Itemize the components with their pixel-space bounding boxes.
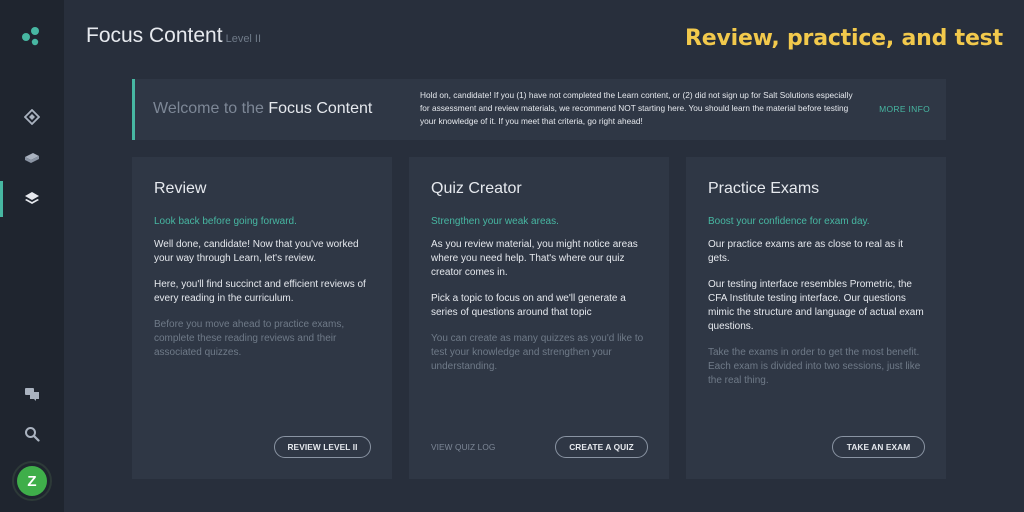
create-quiz-button[interactable]: CREATE A QUIZ	[555, 436, 648, 458]
chat-icon	[25, 388, 39, 401]
sidebar: Z	[0, 0, 64, 512]
card-tagline: Boost your confidence for exam day.	[708, 216, 870, 227]
practice-exams-card: Practice Exams Boost your confidence for…	[686, 157, 946, 479]
avatar[interactable]: Z	[17, 466, 47, 496]
quiz-creator-card: Quiz Creator Strengthen your weak areas.…	[409, 157, 669, 479]
take-exam-button[interactable]: TAKE AN EXAM	[832, 436, 925, 458]
card-note: Before you move ahead to practice exams,…	[154, 319, 345, 358]
learn-icon	[24, 109, 40, 125]
more-info-link[interactable]: MORE INFO	[879, 104, 930, 114]
card-paragraph: As you review material, you might notice…	[431, 239, 638, 278]
card-paragraph: Our practice exams are as close to real …	[708, 239, 904, 264]
search-icon	[25, 427, 40, 442]
page-title-text: Focus Content	[86, 24, 223, 47]
sidebar-item-learn[interactable]	[0, 99, 64, 135]
page-title: Focus Content Level II	[86, 24, 261, 48]
sidebar-item-book[interactable]	[0, 140, 64, 176]
view-quiz-log-link[interactable]: VIEW QUIZ LOG	[431, 442, 495, 452]
card-title: Review	[154, 180, 207, 197]
page-subtitle: Level II	[225, 33, 262, 45]
card-note: Take the exams in order to get the most …	[708, 347, 921, 386]
card-paragraph: Here, you'll find succinct and efficient…	[154, 279, 366, 304]
sidebar-item-search[interactable]	[0, 416, 64, 452]
review-card: Review Look back before going forward. W…	[132, 157, 392, 479]
card-title: Practice Exams	[708, 180, 820, 197]
card-tagline: Strengthen your weak areas.	[431, 216, 559, 227]
card-title: Quiz Creator	[431, 180, 522, 197]
sidebar-item-focus[interactable]	[0, 181, 64, 217]
banner-title-strong: Focus Content	[268, 100, 373, 117]
card-paragraph: Pick a topic to focus on and we'll gener…	[431, 293, 626, 318]
book-icon	[25, 153, 39, 163]
card-paragraph: Well done, candidate! Now that you've wo…	[154, 239, 359, 264]
avatar-ring[interactable]: Z	[12, 461, 52, 501]
banner-title: Welcome to the Focus Content	[153, 100, 372, 118]
promo-heading: Review, practice, and test	[685, 26, 1003, 51]
banner-title-prefix: Welcome to the	[153, 100, 269, 117]
card-tagline: Look back before going forward.	[154, 216, 297, 227]
card-note: You can create as many quizzes as you'd …	[431, 333, 644, 372]
banner-text: Hold on, candidate! If you (1) have not …	[420, 90, 853, 126]
review-level-button[interactable]: REVIEW LEVEL II	[274, 436, 371, 458]
sidebar-item-chat[interactable]	[0, 376, 64, 412]
welcome-banner: Welcome to the Focus Content Hold on, ca…	[132, 79, 946, 140]
logo-icon[interactable]	[20, 24, 44, 48]
layers-icon	[25, 192, 39, 204]
card-paragraph: Our testing interface resembles Prometri…	[708, 279, 924, 332]
